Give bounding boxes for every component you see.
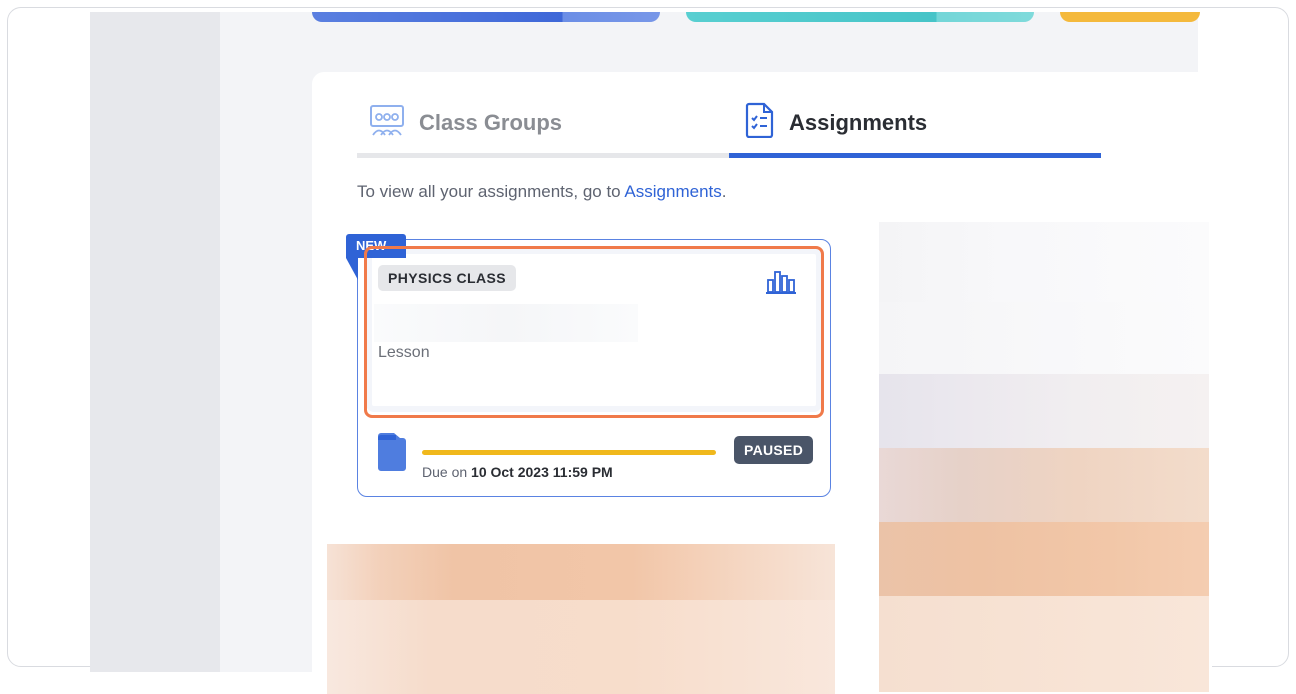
new-ribbon: NEW	[346, 234, 406, 258]
assignments-hint: To view all your assignments, go to Assi…	[357, 182, 726, 202]
folder-icon	[376, 432, 408, 477]
assignment-title-blurred	[374, 304, 638, 342]
tab-label: Assignments	[789, 109, 928, 135]
summary-card-blue[interactable]	[312, 12, 660, 22]
sidebar	[90, 12, 220, 672]
assignment-card[interactable]: NEW PHYSICS CLASS Lesson Due on 10 Oct 2…	[346, 234, 832, 497]
assignments-panel: Class Groups Assignments To view all you…	[312, 72, 1212, 694]
due-date: Due on 10 Oct 2023 11:59 PM	[422, 464, 613, 480]
due-date-value: 10 Oct 2023 11:59 PM	[471, 464, 613, 480]
tab-label: Class Groups	[419, 109, 563, 135]
tab-assignments[interactable]: Assignments	[729, 92, 1101, 158]
summary-card-teal[interactable]	[686, 12, 1034, 22]
hint-suffix: .	[721, 182, 727, 201]
due-prefix: Due on	[422, 464, 472, 480]
main-area: Class Groups Assignments To view all you…	[220, 12, 1212, 694]
summary-card-yellow[interactable]	[1060, 12, 1200, 22]
blurred-card-bottom	[327, 544, 835, 694]
bar-chart-icon[interactable]	[766, 268, 796, 299]
tab-bar: Class Groups Assignments	[357, 92, 1101, 158]
assignment-card-footer: Due on 10 Oct 2023 11:59 PM PAUSED	[358, 426, 832, 496]
blurred-card-right	[879, 222, 1209, 692]
class-groups-icon	[369, 104, 405, 141]
assignments-link[interactable]: Assignments	[624, 182, 721, 201]
subject-tag: PHYSICS CLASS	[378, 265, 516, 291]
assignment-type: Lesson	[378, 344, 430, 361]
hint-text: To view all your assignments, go to	[357, 182, 625, 201]
progress-bar	[422, 450, 716, 455]
tab-class-groups[interactable]: Class Groups	[357, 92, 729, 158]
status-badge: PAUSED	[734, 436, 814, 464]
assignment-checklist-icon	[745, 102, 775, 143]
new-ribbon-tail	[346, 258, 358, 280]
